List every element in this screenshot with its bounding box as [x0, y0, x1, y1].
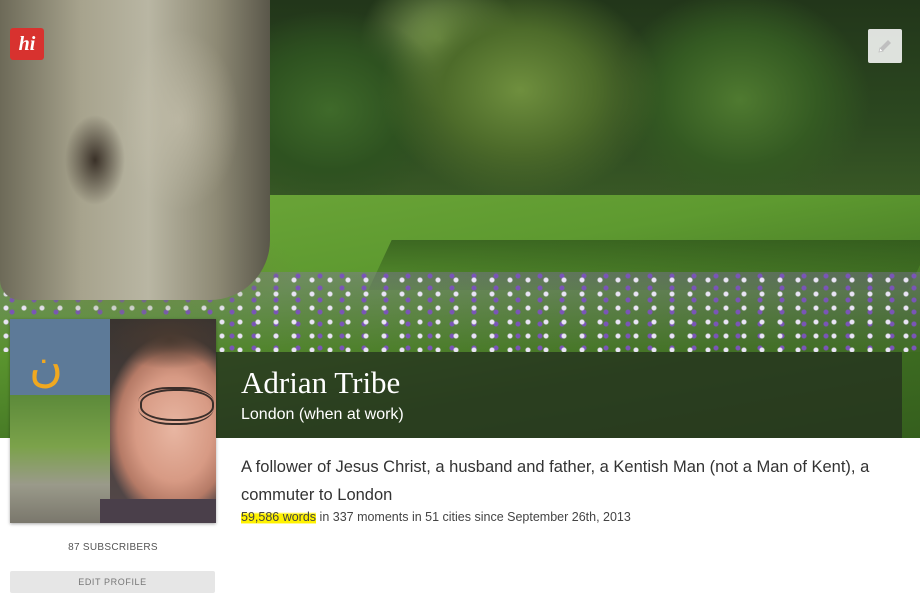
avatar-shirt: [100, 499, 216, 523]
profile-bio: A follower of Jesus Christ, a husband an…: [241, 458, 870, 504]
logo-text: hi: [18, 32, 36, 55]
avatar-glasses: [138, 387, 214, 425]
word-count-highlight: 59,586 words: [241, 510, 317, 524]
edit-profile-button[interactable]: EDIT PROFILE: [10, 571, 215, 593]
profile-location: London (when at work): [241, 406, 404, 423]
subscriber-count[interactable]: 87 SUBSCRIBERS: [10, 542, 216, 553]
edit-cover-button[interactable]: [868, 29, 902, 63]
profile-name: Adrian Tribe: [241, 365, 401, 400]
pencil-icon: [878, 40, 891, 53]
avatar[interactable]: ن: [10, 319, 216, 523]
hi-logo[interactable]: hi: [10, 28, 44, 60]
stats-details: in 337 moments in 51 cities since Septem…: [316, 510, 631, 524]
avatar-nun-badge: ن: [29, 338, 63, 392]
profile-stats: 59,586 words in 337 moments in 51 cities…: [241, 510, 631, 524]
